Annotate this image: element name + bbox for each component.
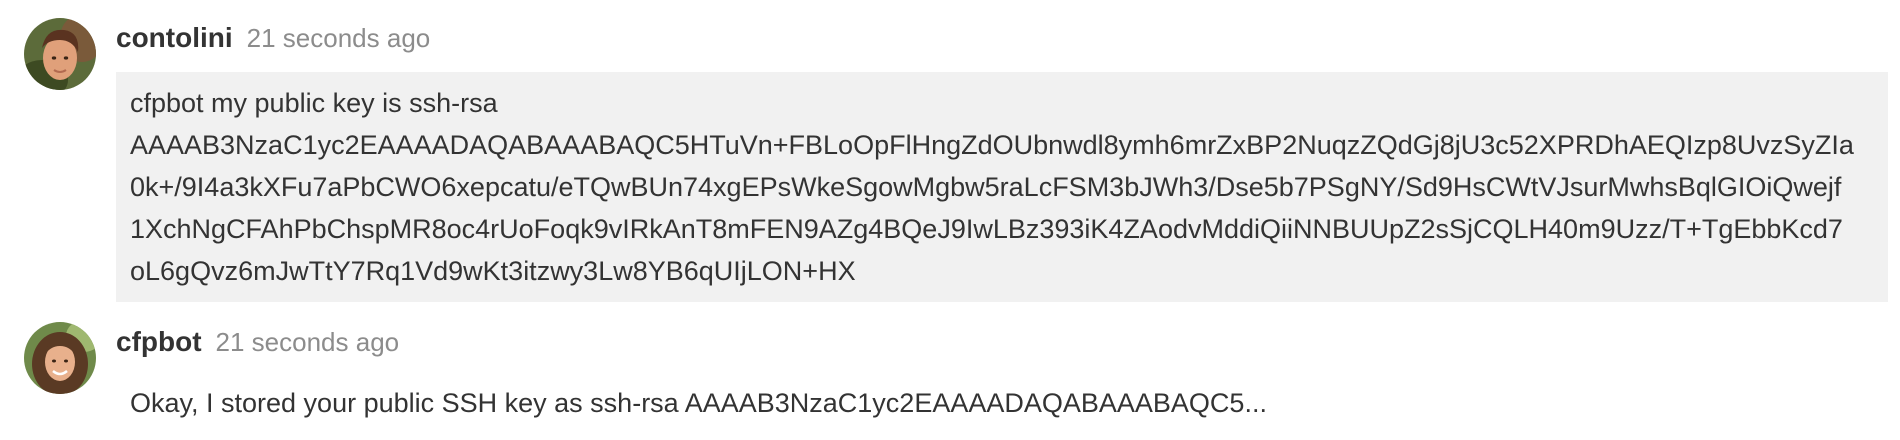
message-line: 0k+/9I4a3kXFu7aPbCWO6xepcatu/eTQwBUn74xg… (130, 172, 1842, 202)
bot-avatar-icon (24, 322, 96, 394)
bot-avatar[interactable] (24, 322, 96, 394)
timestamp: 21 seconds ago (215, 326, 400, 357)
message-body: Okay, I stored your public SSH key as ss… (130, 388, 1267, 418)
message-header: cfpbot 21 seconds ago (116, 320, 399, 364)
user-avatar[interactable] (24, 18, 96, 90)
message-line: cfpbot my public key is ssh-rsa (130, 88, 498, 118)
message-line: oL6gQvz6mJwTtY7Rq1Vd9wKt3itzwy3Lw8YB6qUI… (130, 256, 856, 286)
chat-log: contolini 21 seconds ago cfpbot my publi… (0, 0, 1900, 440)
timestamp: 21 seconds ago (246, 22, 431, 53)
message-header: contolini 21 seconds ago (116, 16, 430, 60)
user-avatar-icon (24, 18, 96, 90)
message-body: cfpbot my public key is ssh-rsa AAAAB3Nz… (116, 72, 1888, 302)
message-line: AAAAB3NzaC1yc2EAAAADAQABAAABAQC5HTuVn+FB… (130, 130, 1854, 160)
username[interactable]: cfpbot (116, 326, 202, 358)
username[interactable]: contolini (116, 22, 233, 54)
message-line: 1XchNgCFAhPbChspMR8oc4rUoFoqk9vIRkAnT8mF… (130, 214, 1843, 244)
